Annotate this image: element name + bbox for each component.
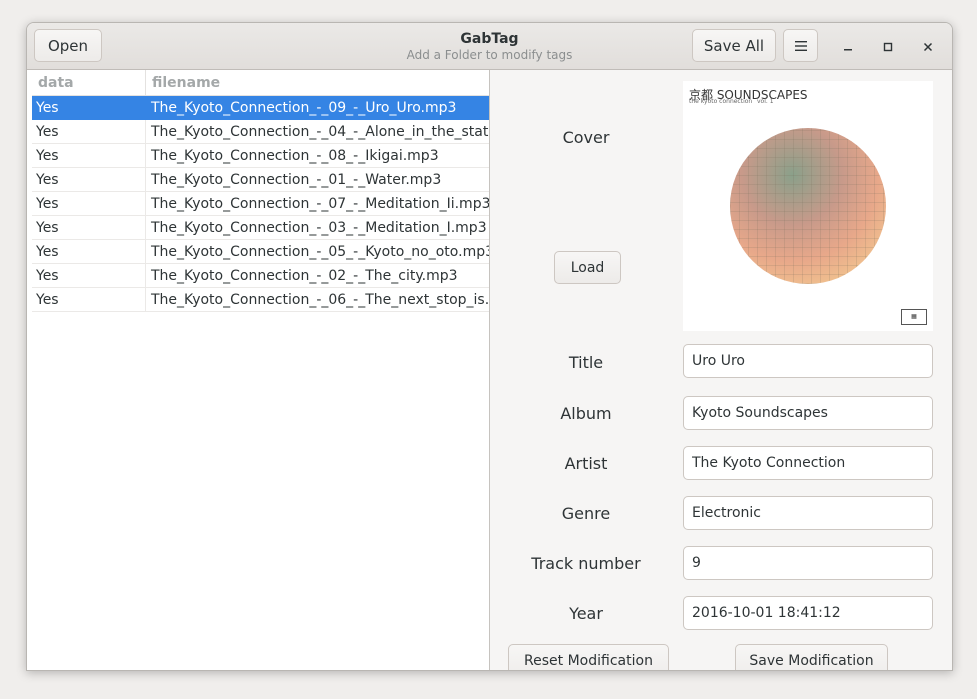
cover-art-volume: vol. 1 bbox=[757, 98, 774, 105]
title-label: Title bbox=[568, 353, 604, 372]
filename-cell: The_Kyoto_Connection_-_04_-_Alone_in_the… bbox=[146, 120, 489, 144]
column-header-data-gathered[interactable]: data gathered bbox=[32, 70, 146, 117]
cover-label: Cover bbox=[562, 128, 610, 147]
track-number-label: Track number bbox=[531, 554, 641, 573]
cover-image: 京都 SOUNDSCAPES the kyoto connection vol.… bbox=[683, 81, 933, 331]
year-field[interactable] bbox=[683, 596, 933, 630]
artist-label: Artist bbox=[564, 454, 608, 473]
year-label: Year bbox=[569, 604, 603, 623]
menu-button[interactable] bbox=[783, 29, 818, 62]
column-header-filename[interactable]: filename bbox=[146, 70, 489, 96]
data-gathered-cell: Yes bbox=[32, 168, 146, 192]
close-button[interactable] bbox=[918, 37, 938, 57]
cover-disc-art bbox=[730, 128, 886, 284]
load-cover-button[interactable]: Load bbox=[554, 251, 621, 284]
save-modification-button[interactable]: Save Modification bbox=[735, 644, 888, 670]
table-row[interactable]: Yes The_Kyoto_Connection_-_06_-_The_next_… bbox=[32, 288, 489, 312]
title-area: GabTag Add a Folder to modify tags bbox=[327, 31, 652, 62]
table-row[interactable]: Yes The_Kyoto_Connection_-_04_-_Alone_in_… bbox=[32, 120, 489, 144]
album-field[interactable] bbox=[683, 396, 933, 430]
save-all-button[interactable]: Save All bbox=[692, 29, 776, 62]
track-number-field[interactable] bbox=[683, 546, 933, 580]
genre-label: Genre bbox=[561, 504, 611, 523]
maximize-icon bbox=[883, 42, 893, 52]
data-gathered-cell: Yes bbox=[32, 120, 146, 144]
data-gathered-cell: Yes bbox=[32, 264, 146, 288]
artist-field[interactable] bbox=[683, 446, 933, 480]
maximize-button[interactable] bbox=[878, 37, 898, 57]
title-field[interactable] bbox=[683, 344, 933, 378]
filename-cell: The_Kyoto_Connection_-_09_-_Uro_Uro.mp3 bbox=[146, 96, 489, 120]
cover-art-subtitle: the kyoto connection bbox=[689, 98, 753, 105]
table-row[interactable]: Yes The_Kyoto_Connection_-_09_-_Uro_Uro.m… bbox=[32, 96, 489, 120]
table-row[interactable]: Yes The_Kyoto_Connection_-_07_-_Meditatio… bbox=[32, 192, 489, 216]
file-list[interactable]: data gathered filename YesThe_Kyoto_Conn… bbox=[27, 70, 489, 670]
table-row[interactable]: Yes The_Kyoto_Connection_-_03_-_Meditatio… bbox=[32, 216, 489, 240]
table-row[interactable]: Yes The_Kyoto_Connection_-_02_-_The_city.… bbox=[32, 264, 489, 288]
data-gathered-cell: Yes bbox=[32, 144, 146, 168]
tag-editor: Cover Load 京都 SOUNDSCAPES the kyoto conn… bbox=[490, 70, 952, 670]
header-bar: Open GabTag Add a Folder to modify tags … bbox=[27, 23, 952, 70]
minimize-button[interactable] bbox=[838, 37, 858, 57]
filename-cell: The_Kyoto_Connection_-_01_-_Water.mp3 bbox=[146, 168, 489, 192]
album-label: Album bbox=[560, 404, 612, 423]
filename-cell: The_Kyoto_Connection_-_06_-_The_next_sto… bbox=[146, 288, 489, 312]
filename-cell: The_Kyoto_Connection_-_03_-_Meditation_I… bbox=[146, 216, 489, 240]
filename-cell: The_Kyoto_Connection_-_07_-_Meditation_I… bbox=[146, 192, 489, 216]
data-gathered-cell: Yes bbox=[32, 240, 146, 264]
hamburger-menu-icon bbox=[794, 40, 807, 51]
reset-modification-button[interactable]: Reset Modification bbox=[508, 644, 669, 670]
data-gathered-cell: Yes bbox=[32, 288, 146, 312]
window-subtitle: Add a Folder to modify tags bbox=[406, 48, 573, 62]
genre-field[interactable] bbox=[683, 496, 933, 530]
data-gathered-cell: Yes bbox=[32, 192, 146, 216]
table-row[interactable]: Yes The_Kyoto_Connection_-_05_-_Kyoto_no_… bbox=[32, 240, 489, 264]
app-window: Open GabTag Add a Folder to modify tags … bbox=[26, 22, 953, 671]
filename-cell: The_Kyoto_Connection_-_08_-_Ikigai.mp3 bbox=[146, 144, 489, 168]
minimize-icon bbox=[844, 49, 852, 51]
window-title: GabTag bbox=[460, 31, 519, 47]
cover-logo-icon: ▦ bbox=[901, 309, 927, 325]
close-icon bbox=[923, 42, 933, 52]
open-button[interactable]: Open bbox=[34, 29, 102, 62]
filename-cell: The_Kyoto_Connection_-_02_-_The_city.mp3 bbox=[146, 264, 489, 288]
data-gathered-cell: Yes bbox=[32, 96, 146, 120]
table-row[interactable]: Yes The_Kyoto_Connection_-_08_-_Ikigai.mp… bbox=[32, 144, 489, 168]
data-gathered-cell: Yes bbox=[32, 216, 146, 240]
table-row[interactable]: Yes The_Kyoto_Connection_-_01_-_Water.mp3 bbox=[32, 168, 489, 192]
filename-cell: The_Kyoto_Connection_-_05_-_Kyoto_no_oto… bbox=[146, 240, 489, 264]
